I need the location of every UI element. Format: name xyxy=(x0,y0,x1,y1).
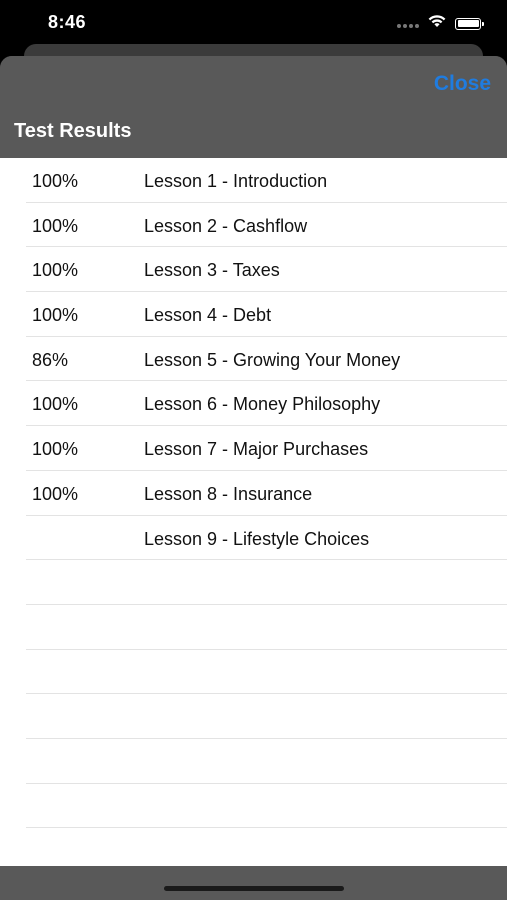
close-button[interactable]: Close xyxy=(434,72,491,96)
status-time: 8:46 xyxy=(48,12,87,32)
result-score: 100% xyxy=(32,483,79,504)
result-row[interactable] xyxy=(0,784,507,829)
result-row[interactable]: 100% Lesson 4 - Debt xyxy=(0,292,507,337)
result-row[interactable] xyxy=(0,650,507,695)
modal-sheet: Close Test Results 100% Lesson 1 - Introd… xyxy=(0,56,507,900)
result-row[interactable] xyxy=(0,694,507,739)
result-row[interactable]: Lesson 9 - Lifestyle Choices xyxy=(0,516,507,561)
battery-icon xyxy=(455,17,484,30)
result-row[interactable]: 86% Lesson 5 - Growing Your Money xyxy=(0,337,507,382)
result-score: 100% xyxy=(32,305,79,326)
status-bar: 8:46 xyxy=(0,0,507,44)
result-row[interactable]: 100% Lesson 1 - Introduction xyxy=(0,158,507,203)
bottom-bar xyxy=(0,866,507,900)
wifi-icon xyxy=(427,14,447,33)
result-score: 100% xyxy=(32,260,79,281)
result-lesson-title: Lesson 8 - Insurance xyxy=(144,483,313,504)
result-score: 100% xyxy=(32,215,79,236)
result-score: 86% xyxy=(32,349,69,370)
result-row[interactable]: 100% Lesson 3 - Taxes xyxy=(0,247,507,292)
result-row[interactable] xyxy=(0,739,507,784)
result-score: 100% xyxy=(32,171,79,191)
result-lesson-title: Lesson 7 - Major Purchases xyxy=(144,439,369,460)
status-icons xyxy=(397,14,484,33)
result-lesson-title: Lesson 2 - Cashflow xyxy=(144,215,308,236)
result-score: 100% xyxy=(32,439,79,460)
result-row[interactable]: 100% Lesson 2 - Cashflow xyxy=(0,203,507,248)
result-lesson-title: Lesson 6 - Money Philosophy xyxy=(144,394,381,415)
result-lesson-title: Lesson 1 - Introduction xyxy=(144,171,328,191)
result-row[interactable]: 100% Lesson 6 - Money Philosophy xyxy=(0,381,507,426)
navigation-header: Close Test Results xyxy=(0,56,507,158)
home-indicator[interactable] xyxy=(164,886,344,891)
result-row[interactable] xyxy=(0,560,507,605)
result-row[interactable] xyxy=(0,605,507,650)
result-row[interactable]: 100% Lesson 8 - Insurance xyxy=(0,471,507,516)
result-lesson-title: Lesson 5 - Growing Your Money xyxy=(144,349,401,370)
screen: 8:46 Close Test Results 100% Lesson 1 - I… xyxy=(0,0,507,900)
result-row[interactable]: 100% Lesson 7 - Major Purchases xyxy=(0,426,507,471)
result-score: 100% xyxy=(32,394,79,415)
result-lesson-title: Lesson 9 - Lifestyle Choices xyxy=(144,528,370,549)
result-lesson-title: Lesson 4 - Debt xyxy=(144,305,272,326)
page-title: Test Results xyxy=(14,120,132,142)
cellular-signal-icon xyxy=(397,23,419,28)
results-list[interactable]: 100% Lesson 1 - Introduction 100% Lesson 2 … xyxy=(0,158,507,873)
result-lesson-title: Lesson 3 - Taxes xyxy=(144,260,280,281)
